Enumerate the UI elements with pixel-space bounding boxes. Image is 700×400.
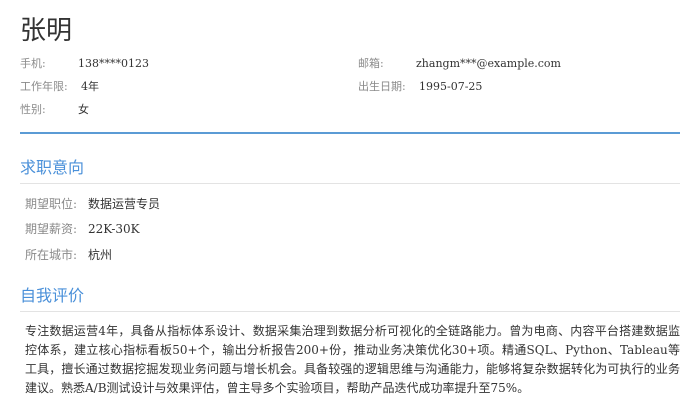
info-experience: 工作年限: 4年: [20, 80, 340, 94]
birthdate-label: 出生日期:: [358, 80, 406, 93]
experience-value: 4年: [81, 80, 99, 93]
email-value: zhangm***@example.com: [416, 57, 561, 70]
info-phone: 手机: 138****0123: [20, 57, 340, 71]
position-label: 期望职位:: [25, 197, 78, 211]
info-email: 邮箱: zhangm***@example.com: [358, 57, 678, 71]
intent-salary: 期望薪资: 22K-30K: [25, 222, 425, 237]
email-label: 邮箱:: [358, 57, 384, 70]
position-value: 数据运营专员: [88, 197, 161, 211]
city-value: 杭州: [88, 248, 113, 262]
job-intent-divider: [20, 183, 680, 184]
info-birthdate: 出生日期: 1995-07-25: [358, 80, 678, 94]
gender-label: 性别:: [20, 103, 46, 116]
self-evaluation-text: 专注数据运营4年，具备从指标体系设计、数据采集治理到数据分析可视化的全链路能力。…: [25, 324, 680, 395]
job-intent-title: 求职意向: [20, 158, 85, 177]
candidate-name: 张明: [20, 16, 73, 46]
city-label: 所在城市:: [25, 248, 78, 262]
header-divider: [20, 132, 680, 134]
salary-value: 22K-30K: [88, 222, 140, 236]
phone-label: 手机:: [20, 57, 46, 70]
salary-label: 期望薪资:: [25, 222, 78, 236]
experience-label: 工作年限:: [20, 80, 68, 93]
birthdate-value: 1995-07-25: [419, 80, 483, 93]
intent-city: 所在城市: 杭州: [25, 248, 425, 263]
self-evaluation-divider: [20, 311, 680, 312]
self-evaluation-title: 自我评价: [20, 286, 85, 305]
gender-value: 女: [78, 103, 89, 116]
phone-value: 138****0123: [78, 57, 149, 70]
info-gender: 性别: 女: [20, 103, 340, 117]
intent-position: 期望职位: 数据运营专员: [25, 197, 425, 212]
